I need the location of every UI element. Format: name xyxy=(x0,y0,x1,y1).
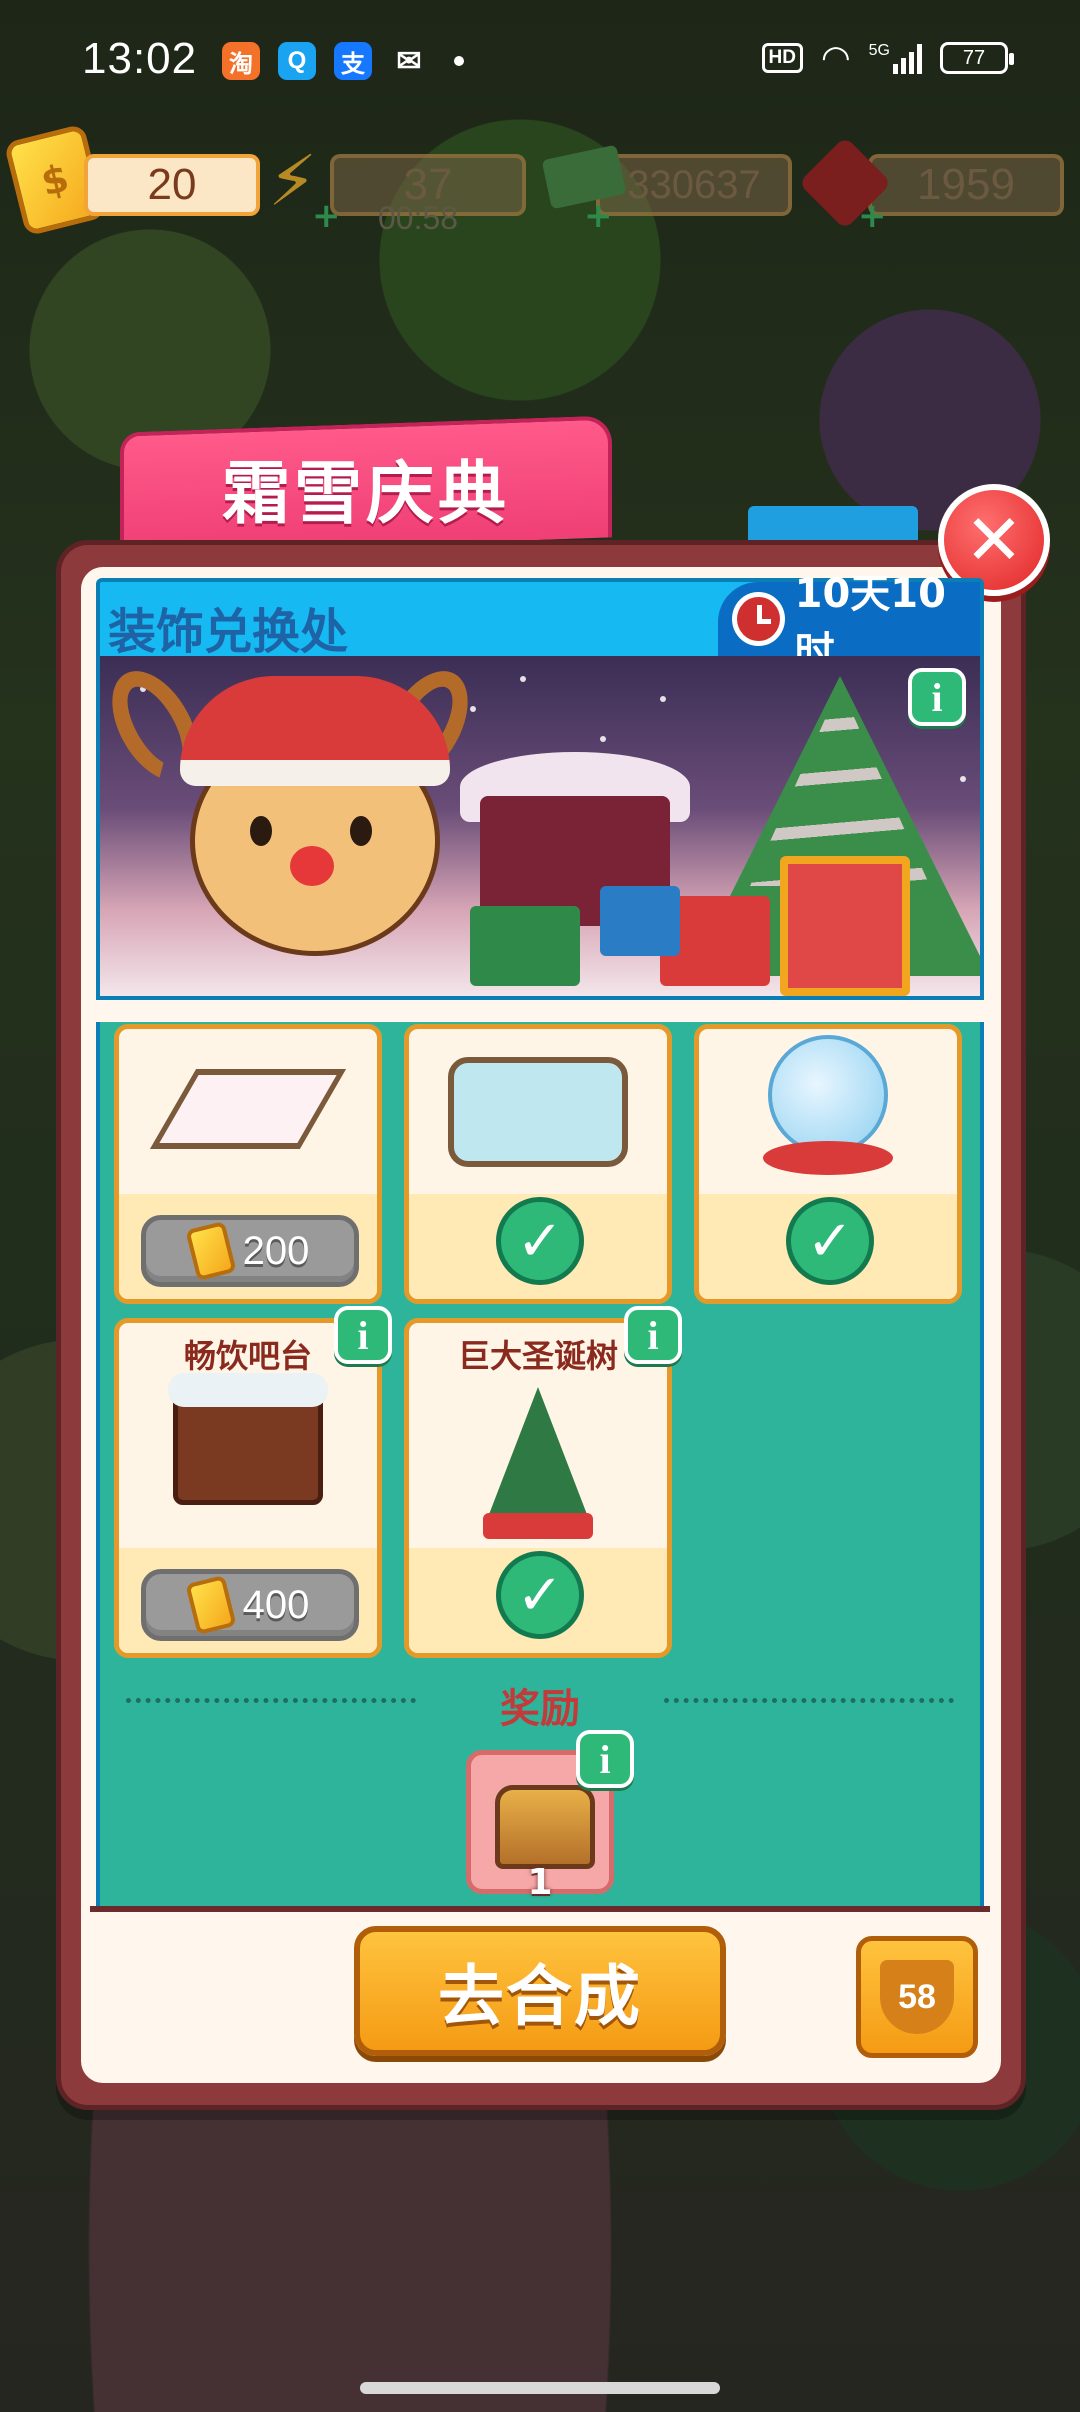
gem-count: 1959 xyxy=(868,154,1064,216)
exchange-header: 装饰兑换处 10天10时 xyxy=(96,571,984,675)
ticket-counter[interactable]: 20 xyxy=(84,148,260,218)
gem-counter[interactable]: 1959 xyxy=(868,148,1064,218)
owned-check-icon: ✓ xyxy=(496,1197,584,1285)
buy-button[interactable]: 400 xyxy=(141,1569,359,1641)
shop-item-card[interactable]: ✓ xyxy=(404,1024,672,1304)
add-energy-icon[interactable]: + xyxy=(312,196,341,236)
reward-info-button[interactable]: i xyxy=(576,1730,634,1788)
info-icon: i xyxy=(931,674,943,720)
item-info-button[interactable]: i xyxy=(624,1306,682,1364)
snow-globe-art xyxy=(768,1035,888,1155)
system-indicators: HD ◠ 5G 77 xyxy=(761,38,1014,78)
shop-item-card[interactable]: ✓ xyxy=(694,1024,962,1304)
clock-icon xyxy=(732,592,785,646)
giant-christmas-tree-art xyxy=(488,1387,588,1517)
cash-count: 330637 xyxy=(596,154,792,216)
battery-level: 77 xyxy=(962,46,986,69)
alipay-app-icon: 支 xyxy=(334,42,372,80)
ticket-icon xyxy=(184,1574,237,1636)
energy-bolt-icon: ⚡ xyxy=(268,140,318,222)
reward-count: 1 xyxy=(527,1862,553,1903)
ticket-icon xyxy=(184,1220,237,1282)
snowflake-rug-art xyxy=(149,1069,347,1149)
treasure-chest-icon xyxy=(495,1785,595,1869)
owned-check-icon: ✓ xyxy=(496,1551,584,1639)
event-banner xyxy=(96,656,984,1000)
event-timer: 10天10时 xyxy=(718,571,980,675)
more-notifications-dot xyxy=(454,56,464,66)
taobao-app-icon: 淘 xyxy=(222,42,260,80)
cash-counter[interactable]: 330637 xyxy=(596,148,792,218)
cellular-signal-icon: 5G xyxy=(869,42,922,74)
gift-art xyxy=(470,906,580,986)
event-title-tab: 霜雪庆典 xyxy=(120,415,612,555)
go-merge-button[interactable]: 去合成 xyxy=(354,1926,726,2056)
hd-icon: HD xyxy=(761,43,803,73)
item-info-button[interactable]: i xyxy=(334,1306,392,1364)
item-price: 400 xyxy=(242,1582,310,1627)
info-icon: i xyxy=(647,1312,659,1358)
item-price: 200 xyxy=(242,1228,310,1273)
status-bar: 13:02 淘 Q 支 ✉ HD ◠ 5G 77 xyxy=(0,0,1080,120)
status-time: 13:02 xyxy=(82,34,198,83)
add-cash-icon[interactable]: + xyxy=(584,196,613,236)
buy-button[interactable]: 200 xyxy=(141,1215,359,1287)
shop-item-card[interactable]: 畅饮吧台 400 xyxy=(114,1318,382,1658)
owned-check-icon: ✓ xyxy=(786,1197,874,1285)
shop-item-card[interactable]: 200 xyxy=(114,1024,382,1304)
gift-art xyxy=(780,856,910,996)
event-title: 霜雪庆典 xyxy=(221,454,510,534)
gift-art xyxy=(600,886,680,956)
ice-rink-art xyxy=(448,1057,628,1167)
notification-icons: 淘 Q 支 ✉ xyxy=(222,42,464,80)
trophy-count: 58 xyxy=(898,1977,936,2016)
shop-item-card[interactable]: 巨大圣诞树 ✓ xyxy=(404,1318,672,1658)
home-indicator[interactable] xyxy=(360,2382,720,2394)
wifi-icon: ◠ xyxy=(820,39,851,77)
battery-icon: 77 xyxy=(940,42,1014,74)
exchange-title: 装饰兑换处 xyxy=(108,604,349,660)
wechat-app-icon: ✉ xyxy=(396,44,422,78)
qq-app-icon: Q xyxy=(278,42,316,80)
info-icon: i xyxy=(357,1312,369,1358)
energy-refill-timer: 00:58 xyxy=(378,200,459,236)
info-icon: i xyxy=(599,1736,611,1782)
trophy-icon: 58 xyxy=(880,1960,954,2034)
banner-info-button[interactable]: i xyxy=(908,668,966,726)
santa-hat-art xyxy=(180,676,450,786)
shop-bottom-border xyxy=(90,1906,990,1912)
ticket-count: 20 xyxy=(84,154,260,216)
go-merge-label: 去合成 xyxy=(438,1958,642,2035)
add-gems-icon[interactable]: + xyxy=(858,196,887,236)
network-type-label: 5G xyxy=(868,42,890,59)
trophy-button[interactable]: 58 xyxy=(856,1936,978,2058)
reward-title: 奖励 xyxy=(500,1686,580,1732)
